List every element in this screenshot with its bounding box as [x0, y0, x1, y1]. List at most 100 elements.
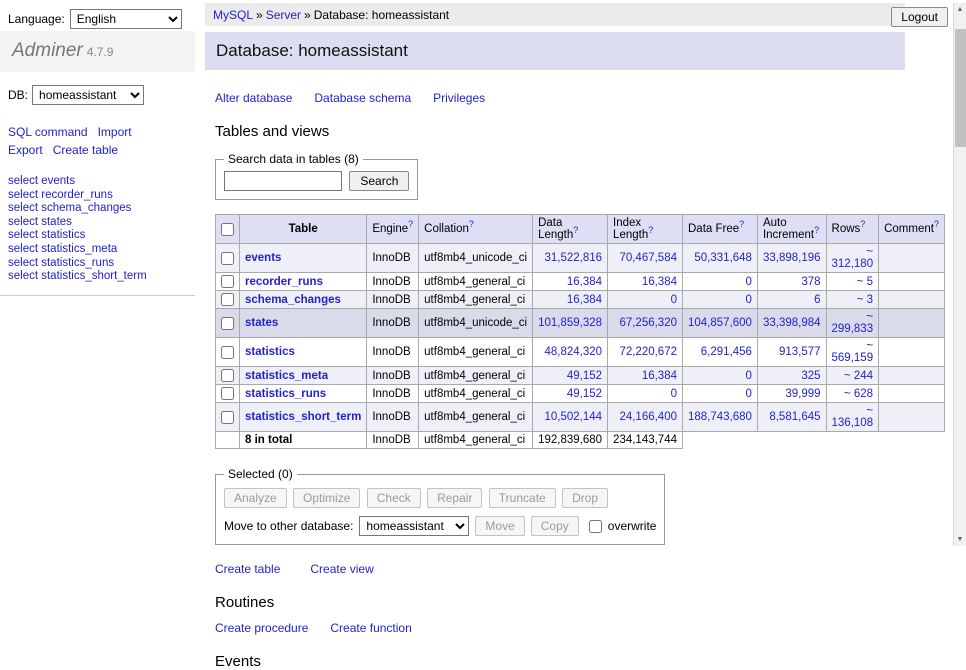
database-schema-link[interactable]: Database schema: [314, 91, 411, 105]
copy-button[interactable]: Copy: [531, 516, 579, 536]
breadcrumb-server-link[interactable]: Server: [266, 8, 301, 22]
help-link[interactable]: ?: [934, 219, 939, 229]
row-checkbox[interactable]: [221, 411, 234, 424]
index-length-link[interactable]: 0: [671, 388, 677, 400]
help-link[interactable]: ?: [739, 219, 744, 229]
move-db-select[interactable]: homeassistant: [359, 516, 469, 536]
row-checkbox[interactable]: [221, 317, 234, 330]
sidebar-item-select-statistics-short-term[interactable]: select statistics_short_term: [8, 270, 147, 282]
data-length-link[interactable]: 10,502,144: [544, 411, 602, 423]
data-length-link[interactable]: 16,384: [567, 294, 602, 306]
index-length-link[interactable]: 16,384: [642, 370, 677, 382]
breadcrumb-mysql-link[interactable]: MySQL: [213, 8, 253, 22]
sidebar-item-select-recorder-runs[interactable]: select recorder_runs: [8, 189, 113, 201]
data-length-link[interactable]: 49,152: [567, 370, 602, 382]
adminer-logo-link[interactable]: Adminer: [12, 40, 83, 61]
table-name-link[interactable]: statistics_runs: [245, 388, 326, 400]
sidebar-item-create-table[interactable]: Create table: [53, 143, 118, 157]
data-free-link[interactable]: 188,743,680: [688, 411, 752, 423]
auto-increment-link[interactable]: 913,577: [779, 346, 821, 358]
scrollbar[interactable]: ▲ ▼: [953, 3, 966, 546]
auto-increment-link[interactable]: 33,898,196: [763, 252, 821, 264]
create-procedure-link[interactable]: Create procedure: [215, 621, 308, 635]
auto-increment-link[interactable]: 325: [801, 370, 820, 382]
table-name-link[interactable]: states: [245, 317, 278, 329]
data-length-link[interactable]: 49,152: [567, 388, 602, 400]
row-checkbox[interactable]: [221, 387, 234, 400]
sidebar-item-select-statistics-runs[interactable]: select statistics_runs: [8, 257, 114, 269]
sidebar-item-select-schema-changes[interactable]: select schema_changes: [8, 202, 131, 214]
rows-count-link[interactable]: ~ 244: [844, 370, 873, 382]
optimize-button[interactable]: Optimize: [293, 488, 360, 508]
rows-count-link[interactable]: ~ 299,833: [832, 311, 874, 335]
index-length-link[interactable]: 0: [671, 294, 677, 306]
help-link[interactable]: ?: [814, 225, 819, 235]
table-name-link[interactable]: statistics_meta: [245, 370, 328, 382]
check-button[interactable]: Check: [367, 488, 421, 508]
row-checkbox[interactable]: [221, 369, 234, 382]
sidebar-item-select-statistics-meta[interactable]: select statistics_meta: [8, 243, 117, 255]
sidebar-item-sql-command[interactable]: SQL command: [8, 125, 88, 139]
privileges-link[interactable]: Privileges: [433, 91, 485, 105]
data-length-link[interactable]: 48,824,320: [544, 346, 602, 358]
analyze-button[interactable]: Analyze: [224, 488, 287, 508]
search-button[interactable]: Search: [349, 171, 409, 191]
auto-increment-link[interactable]: 6: [814, 294, 820, 306]
row-checkbox[interactable]: [221, 252, 234, 265]
index-length-link[interactable]: 70,467,584: [619, 252, 677, 264]
data-length-link[interactable]: 16,384: [567, 276, 602, 288]
help-link[interactable]: ?: [648, 225, 653, 235]
rows-count-link[interactable]: ~ 569,159: [832, 340, 874, 364]
data-length-link[interactable]: 101,859,328: [538, 317, 602, 329]
scroll-up-icon[interactable]: ▲: [954, 3, 966, 16]
sidebar-item-select-events[interactable]: select events: [8, 175, 75, 187]
auto-increment-link[interactable]: 378: [801, 276, 820, 288]
repair-button[interactable]: Repair: [427, 488, 482, 508]
table-name-link[interactable]: statistics_short_term: [245, 411, 361, 423]
row-checkbox[interactable]: [221, 293, 234, 306]
index-length-link[interactable]: 16,384: [642, 276, 677, 288]
alter-database-link[interactable]: Alter database: [215, 91, 292, 105]
rows-count-link[interactable]: ~ 3: [857, 294, 873, 306]
scrollbar-thumb[interactable]: [955, 29, 966, 147]
index-length-link[interactable]: 24,166,400: [619, 411, 677, 423]
select-all-checkbox[interactable]: [221, 223, 234, 236]
search-input[interactable]: [224, 171, 342, 191]
data-free-link[interactable]: 0: [746, 370, 752, 382]
help-link[interactable]: ?: [860, 219, 865, 229]
table-name-link[interactable]: schema_changes: [245, 294, 341, 306]
create-view-link[interactable]: Create view: [310, 562, 373, 576]
auto-increment-link[interactable]: 8,581,645: [769, 411, 820, 423]
rows-count-link[interactable]: ~ 5: [857, 276, 873, 288]
index-length-link[interactable]: 72,220,672: [619, 346, 677, 358]
auto-increment-link[interactable]: 33,398,984: [763, 317, 821, 329]
help-link[interactable]: ?: [469, 219, 474, 229]
data-length-link[interactable]: 31,522,816: [544, 252, 602, 264]
data-free-link[interactable]: 104,857,600: [688, 317, 752, 329]
auto-increment-link[interactable]: 39,999: [785, 388, 820, 400]
data-free-link[interactable]: 0: [746, 276, 752, 288]
table-name-link[interactable]: events: [245, 252, 281, 264]
scroll-down-icon[interactable]: ▼: [954, 533, 966, 546]
data-free-link[interactable]: 0: [746, 388, 752, 400]
create-table-link[interactable]: Create table: [215, 562, 280, 576]
drop-button[interactable]: Drop: [562, 488, 608, 508]
create-function-link[interactable]: Create function: [330, 621, 411, 635]
data-free-link[interactable]: 50,331,648: [694, 252, 752, 264]
sidebar-item-export[interactable]: Export: [8, 143, 43, 157]
data-free-link[interactable]: 0: [746, 294, 752, 306]
sidebar-item-import[interactable]: Import: [98, 125, 132, 139]
table-name-link[interactable]: recorder_runs: [245, 276, 323, 288]
row-checkbox[interactable]: [221, 346, 234, 359]
language-select[interactable]: English: [70, 9, 182, 29]
db-select[interactable]: homeassistant: [32, 85, 144, 105]
move-button[interactable]: Move: [475, 516, 524, 536]
row-checkbox[interactable]: [221, 275, 234, 288]
logout-button[interactable]: Logout: [891, 7, 948, 27]
help-link[interactable]: ?: [408, 219, 413, 229]
index-length-link[interactable]: 67,256,320: [619, 317, 677, 329]
help-link[interactable]: ?: [573, 225, 578, 235]
rows-count-link[interactable]: ~ 312,180: [832, 246, 874, 270]
overwrite-checkbox[interactable]: [589, 520, 602, 533]
rows-count-link[interactable]: ~ 628: [844, 388, 873, 400]
